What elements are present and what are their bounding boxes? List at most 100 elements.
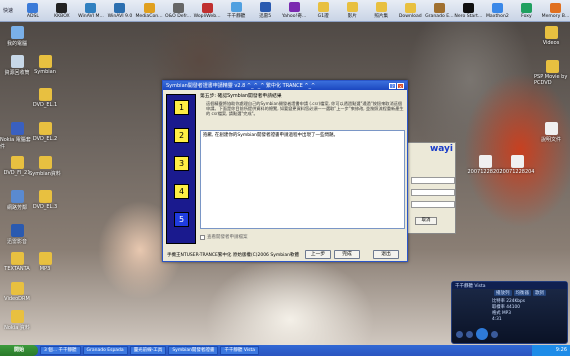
desktop-icon-symbian-data[interactable]: Symbian資料 xyxy=(28,156,62,177)
ttplayer-window: 千千靜聽 Vista 播放列 均衡器 歌詞 比特率 224Kbps 取樣率 44… xyxy=(451,281,568,344)
ql-granado[interactable]: Granado E... xyxy=(425,2,454,19)
quick-launch-title: 快速 xyxy=(3,8,14,14)
player-controls xyxy=(456,328,498,340)
player-tabs: 播放列 均衡器 歌詞 xyxy=(494,290,546,296)
ql-ttplayer[interactable]: 千千靜聽 xyxy=(222,2,251,19)
step-description: 這個精靈將協助你處理自己的Symbian開發者證書申請 (.csr)檔案, 你可… xyxy=(206,101,404,117)
tab-equalizer[interactable]: 均衡器 xyxy=(513,290,531,296)
system-tray-clock[interactable]: 9:26 xyxy=(532,345,570,356)
step-1: 1 xyxy=(174,100,189,115)
window-titlebar[interactable]: Symbian開發者證書申請精靈 v2.8 ^_^_^ 繁中化 TRANCE ^… xyxy=(163,81,407,90)
player-title[interactable]: 千千靜聽 Vista xyxy=(452,282,567,289)
ql-winavi[interactable]: WinAVI 9.0 xyxy=(105,2,134,19)
player-icon xyxy=(230,2,242,12)
help-button[interactable]: ? xyxy=(389,82,396,89)
step-5: 5 xyxy=(174,212,189,227)
view-csr-checkbox[interactable]: 查看開發者申請檔案 xyxy=(200,234,248,240)
step-heading: 第五步: 確認Symbian開發者申請結果 xyxy=(200,94,282,99)
ql-adsl[interactable]: ADSL xyxy=(18,2,47,19)
desktop-icon-readme[interactable]: 說明文件 xyxy=(534,122,568,143)
taskbar: 開始 3 個... 千千靜聽 Granado Espada 靈光前線-工具 Sy… xyxy=(0,345,570,356)
folder-icon xyxy=(38,122,52,135)
desktop-icon-dvd3[interactable]: DVD_EL.3 xyxy=(28,190,62,210)
login-field[interactable] xyxy=(411,177,455,184)
desktop-icon-dvd2[interactable]: DVD_EL.2 xyxy=(28,122,62,142)
taskbar-button-ttplayer[interactable]: 千千靜聽 Vista xyxy=(220,346,259,355)
desktop-icon-file2[interactable]: 20071228204 xyxy=(500,155,535,175)
file-icon xyxy=(510,155,524,168)
desktop-icon-nokia-data[interactable]: Nokia 資料 xyxy=(0,310,34,331)
folder-icon xyxy=(38,88,52,101)
ql-nero[interactable]: Nero Start... xyxy=(454,2,483,19)
ql-kkbox[interactable]: KKBOX xyxy=(47,2,76,19)
desktop-icon-mp3[interactable]: MP3 xyxy=(28,252,62,272)
result-textbox[interactable]: 抱歉, 在創建你的Symbian開發者證書申請過程中出現了一些問題。 xyxy=(200,130,405,229)
ql-mediacon[interactable]: MediaCon... xyxy=(135,2,164,19)
content-pane: 第五步: 確認Symbian開發者申請結果 這個精靈將協助你處理自己的Symbi… xyxy=(200,94,405,244)
background-login-window: wayi 取消 xyxy=(404,142,456,234)
desktop-icon-thunder-player[interactable]: 迅雷影音 xyxy=(0,224,34,245)
finish-button[interactable]: 完成 xyxy=(334,250,360,259)
tab-lyrics[interactable]: 歌詞 xyxy=(533,290,546,296)
quick-launch-bar: 快速 ADSL KKBOX WinAVI M... WinAVI 9.0 Med… xyxy=(0,0,570,22)
ql-g1[interactable]: G1證 xyxy=(309,2,338,19)
folder-icon xyxy=(404,2,416,13)
desktop-icon-dvd1[interactable]: DVD_EL.1 xyxy=(28,88,62,108)
folder-icon xyxy=(10,282,24,295)
tab-playlist[interactable]: 播放列 xyxy=(494,290,512,296)
game-icon xyxy=(433,2,445,13)
winavi-icon xyxy=(114,2,126,13)
ql-photos[interactable]: 照片集 xyxy=(367,2,396,19)
taskbar-button-tools[interactable]: 靈光前線-工具 xyxy=(129,346,167,355)
symbian-wizard-window: Symbian開發者證書申請精靈 v2.8 ^_^_^ 繁中化 TRANCE ^… xyxy=(162,80,408,262)
web-icon xyxy=(201,2,213,13)
ql-download[interactable]: Download xyxy=(396,2,425,19)
desktop-icon-psp-movie[interactable]: PSP Movie by PCDVD xyxy=(534,60,570,86)
ql-memory[interactable]: Memory B... xyxy=(541,2,570,19)
track-info: 比特率 224Kbps 取樣率 44100 格式 MP3 4:31 xyxy=(492,299,525,323)
folder-icon xyxy=(375,2,387,12)
ql-thunder[interactable]: 迅雷5 xyxy=(251,2,280,19)
next-icon[interactable] xyxy=(491,330,498,338)
password-field[interactable] xyxy=(411,189,455,196)
step-4: 4 xyxy=(174,184,189,199)
browser-icon xyxy=(491,2,503,13)
taskbar-button-granado[interactable]: Granado Espada xyxy=(82,346,128,355)
credit-text: 手機王NTUSER-TRANCE繁中化 原始版權(C)2006 Symbian軟… xyxy=(167,253,299,258)
defrag-icon xyxy=(172,2,184,13)
ql-videos[interactable]: 影片 xyxy=(338,2,367,19)
desktop-icon-videodrm[interactable]: VideoDRM xyxy=(0,282,34,302)
kkbox-icon xyxy=(56,2,68,13)
folder-icon xyxy=(317,2,329,12)
cancel-button[interactable]: 取消 xyxy=(415,217,437,225)
step-2: 2 xyxy=(174,128,189,143)
taskbar-button-ttplayer-group[interactable]: 3 個... 千千靜聽 xyxy=(40,346,81,355)
desktop-icon-my-computer[interactable]: 我的電腦 xyxy=(0,26,34,47)
folder-icon xyxy=(10,310,24,323)
step-panel: 1 2 3 4 5 xyxy=(166,94,196,244)
ql-oodefrag[interactable]: O&O Defr... xyxy=(164,2,193,19)
ql-foxy[interactable]: Foxy xyxy=(512,2,541,19)
desktop-icon-symbian[interactable]: Symbian xyxy=(28,55,62,75)
server-select[interactable] xyxy=(411,201,455,208)
play-icon[interactable] xyxy=(476,328,488,340)
taskbar-button-symbian[interactable]: Symbian開發者證書 xyxy=(168,346,219,355)
foxy-icon xyxy=(520,2,532,13)
start-button[interactable]: 開始 xyxy=(0,345,38,356)
folder-icon xyxy=(38,55,52,68)
close-icon[interactable]: × xyxy=(397,82,404,89)
desktop-icon-file1[interactable]: 20071228202 xyxy=(468,155,503,175)
previous-icon[interactable] xyxy=(466,330,473,338)
window-title: Symbian開發者證書申請精靈 v2.8 ^_^_^ 繁中化 TRANCE ^… xyxy=(166,83,316,89)
folder-icon xyxy=(545,60,559,73)
track-time: 4:31 xyxy=(492,317,502,322)
ql-yahoo[interactable]: Yahoo!奇... xyxy=(280,2,309,19)
folder-icon xyxy=(38,156,52,169)
back-button[interactable]: 上一步 xyxy=(305,250,331,259)
exit-button[interactable]: 退出 xyxy=(373,250,399,259)
stop-icon[interactable] xyxy=(456,330,463,338)
ql-winavi-m[interactable]: WinAVI M... xyxy=(76,2,105,19)
desktop-icon-videos[interactable]: Videos xyxy=(534,26,568,46)
ql-wopliweb[interactable]: WopliWeb... xyxy=(193,2,222,19)
ql-maxthon[interactable]: Maxthon2 xyxy=(483,2,512,19)
